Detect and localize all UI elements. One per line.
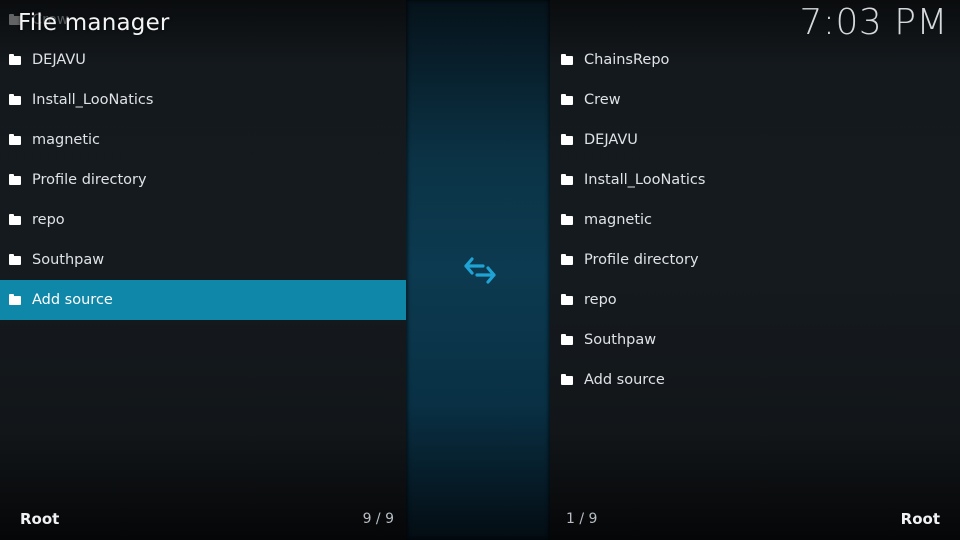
list-item[interactable]: Southpaw: [550, 320, 960, 360]
list-item-label: magnetic: [584, 212, 653, 228]
folder-icon: [561, 93, 573, 105]
list-item-label: Install_LooNatics: [584, 172, 706, 188]
swap-arrows-icon[interactable]: [463, 255, 497, 287]
list-item[interactable]: DEJAVU: [550, 120, 960, 160]
list-item-label: DEJAVU: [32, 52, 86, 68]
list-item[interactable]: repo: [550, 280, 960, 320]
folder-icon: [9, 253, 21, 265]
list-item-label: Crew: [584, 92, 621, 108]
list-item[interactable]: Southpaw: [0, 240, 406, 280]
list-item[interactable]: ChainsRepo: [550, 40, 960, 80]
list-item-label: ChainsRepo: [584, 52, 670, 68]
folder-icon: [561, 213, 573, 225]
list-item[interactable]: Crew: [550, 80, 960, 120]
clock: 7:03 PM: [799, 2, 948, 43]
list-item[interactable]: Install_LooNatics: [0, 80, 406, 120]
list-item-selected[interactable]: Add source: [0, 280, 406, 320]
list-item-label: repo: [32, 212, 65, 228]
list-item[interactable]: DEJAVU: [0, 40, 406, 80]
left-item-count: 9 / 9: [362, 511, 394, 527]
list-item-label: repo: [584, 292, 617, 308]
list-item-label: DEJAVU: [584, 132, 638, 148]
list-item-label: Southpaw: [584, 332, 657, 348]
list-item[interactable]: Profile directory: [0, 160, 406, 200]
folder-icon: [561, 293, 573, 305]
folder-icon: [9, 53, 21, 65]
list-item[interactable]: magnetic: [550, 200, 960, 240]
folder-icon: [9, 93, 21, 105]
folder-icon: [9, 133, 21, 145]
page-title: File manager: [18, 10, 170, 36]
list-item-label: Profile directory: [584, 252, 699, 268]
list-item-label: magnetic: [32, 132, 101, 148]
left-path-label: Root: [20, 510, 60, 528]
list-item-label: Southpaw: [32, 252, 105, 268]
list-item-label: Profile directory: [32, 172, 147, 188]
left-file-panel: Crew DEJAVU Install_LooNatics magnetic P…: [0, 0, 406, 540]
list-item-label: Add source: [32, 292, 113, 308]
list-item[interactable]: repo: [0, 200, 406, 240]
list-item[interactable]: Profile directory: [550, 240, 960, 280]
list-item[interactable]: magnetic: [0, 120, 406, 160]
folder-icon: [561, 53, 573, 65]
right-file-panel: ChainsRepo Crew DEJAVU Install_LooNatics…: [550, 0, 960, 540]
right-item-count: 1 / 9: [566, 511, 598, 527]
folder-icon: [9, 173, 21, 185]
list-item[interactable]: Install_LooNatics: [550, 160, 960, 200]
folder-icon: [561, 173, 573, 185]
folder-icon: [561, 333, 573, 345]
list-item-label: Add source: [584, 372, 665, 388]
folder-icon: [9, 213, 21, 225]
folder-icon: [561, 253, 573, 265]
right-path-label: Root: [900, 510, 940, 528]
folder-icon: [561, 373, 573, 385]
list-item-label: Install_LooNatics: [32, 92, 154, 108]
folder-icon: [9, 293, 21, 305]
list-item[interactable]: Add source: [550, 360, 960, 400]
folder-icon: [561, 133, 573, 145]
